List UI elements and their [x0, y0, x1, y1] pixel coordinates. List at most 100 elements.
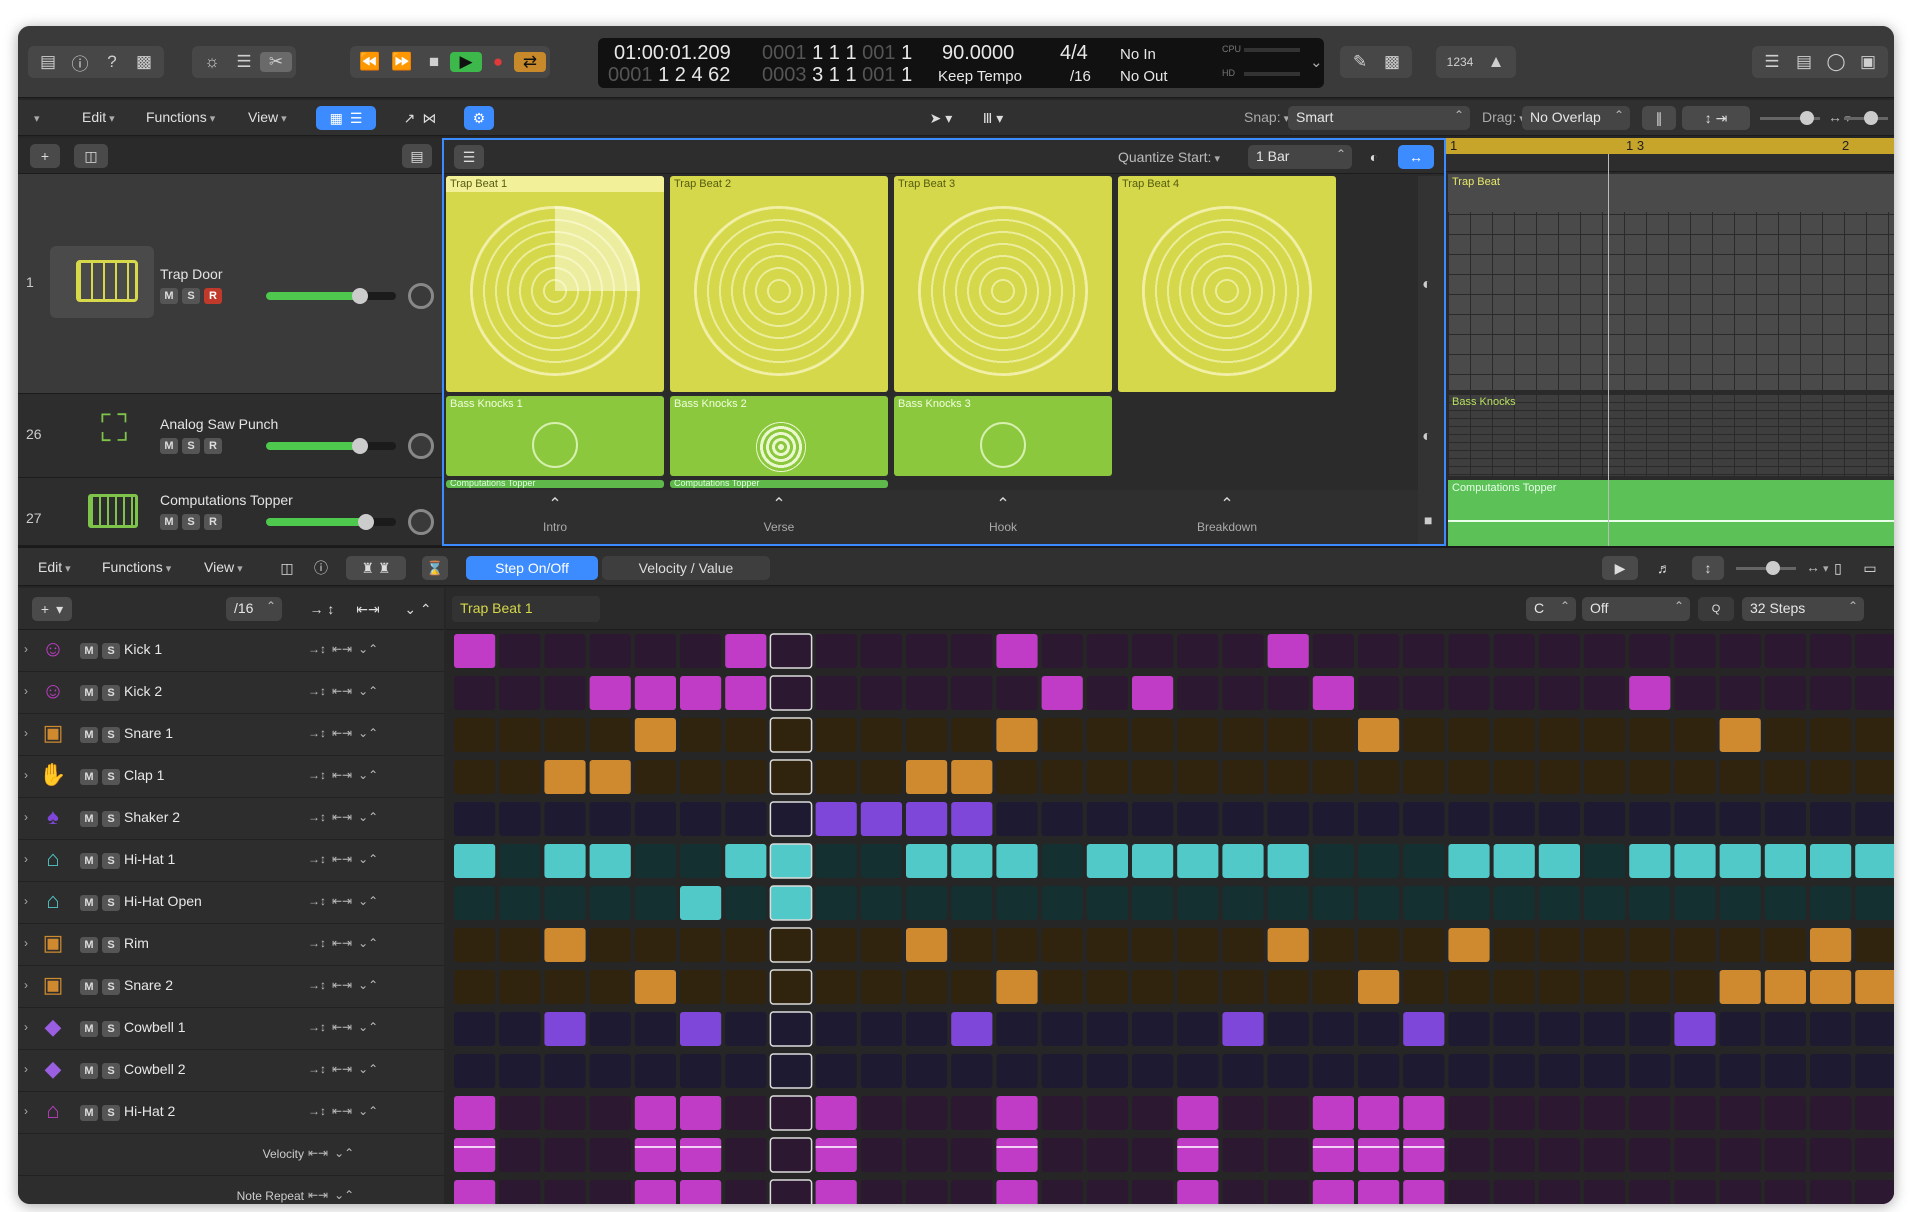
record-icon[interactable]: ●: [482, 52, 514, 72]
step-10-31[interactable]: [1810, 1012, 1852, 1046]
step-6-2[interactable]: [499, 844, 541, 878]
step-1-26[interactable]: [1584, 634, 1626, 668]
step-3-30[interactable]: [1764, 718, 1806, 752]
play-icon[interactable]: ▶: [450, 52, 482, 72]
sub-row-header-2[interactable]: Note Repeat ⇤⇥ ⌄⌃: [18, 1176, 444, 1204]
step-6-30[interactable]: [1764, 844, 1806, 878]
step-1-20[interactable]: [1312, 634, 1354, 668]
step-6-1[interactable]: [454, 844, 496, 878]
row-increment-icon[interactable]: →↕: [308, 1020, 326, 1034]
step-1-28[interactable]: [1674, 634, 1716, 668]
step-2-15[interactable]: [1086, 676, 1128, 710]
step-12-32[interactable]: [1855, 1096, 1894, 1130]
step-9-4[interactable]: [589, 970, 631, 1004]
copy-icon[interactable]: ◫: [274, 556, 300, 580]
step-1-8[interactable]: [769, 633, 813, 669]
step-4-2[interactable]: [499, 760, 541, 794]
cycle-ruler[interactable]: [1446, 138, 1894, 154]
step-1-23[interactable]: [1448, 634, 1490, 668]
step-12-28[interactable]: [1674, 1096, 1716, 1130]
row-increment-icon[interactable]: →↕: [308, 768, 326, 782]
step-10-9[interactable]: [815, 1012, 857, 1046]
sub-step-14-9[interactable]: [815, 1180, 857, 1204]
step-3-13[interactable]: [996, 718, 1038, 752]
step-11-27[interactable]: [1629, 1054, 1671, 1088]
cell-computations-topper-2[interactable]: Computations Topper: [670, 480, 888, 488]
step-5-18[interactable]: [1222, 802, 1264, 836]
step-6-17[interactable]: [1177, 844, 1219, 878]
step-4-19[interactable]: [1267, 760, 1309, 794]
step-7-15[interactable]: [1086, 886, 1128, 920]
row-expand-icon[interactable]: ⌄⌃: [358, 852, 378, 866]
step-3-23[interactable]: [1448, 718, 1490, 752]
step-10-10[interactable]: [860, 1012, 902, 1046]
step-8-1[interactable]: [454, 928, 496, 962]
sub-step-13-28[interactable]: [1674, 1138, 1716, 1172]
step-3-22[interactable]: [1403, 718, 1445, 752]
step-2-10[interactable]: [860, 676, 902, 710]
step-10-26[interactable]: [1584, 1012, 1626, 1046]
step-7-17[interactable]: [1177, 886, 1219, 920]
step-5-23[interactable]: [1448, 802, 1490, 836]
step-6-6[interactable]: [680, 844, 722, 878]
row-expand-icon[interactable]: ⌄⌃: [358, 1062, 378, 1076]
step-3-21[interactable]: [1358, 718, 1400, 752]
row-expand-icon[interactable]: ⌄⌃: [358, 978, 378, 992]
step-6-10[interactable]: [860, 844, 902, 878]
step-5-15[interactable]: [1086, 802, 1128, 836]
step-1-1[interactable]: [454, 634, 496, 668]
sub-step-14-28[interactable]: [1674, 1180, 1716, 1204]
row-header-8[interactable]: › ▣ M S Rim →↕ ⇤⇥ ⌄⌃: [18, 924, 444, 966]
step-2-29[interactable]: [1719, 676, 1761, 710]
track-name[interactable]: Computations Topper: [160, 492, 293, 508]
step-6-14[interactable]: [1041, 844, 1083, 878]
seq-view-menu[interactable]: View: [204, 559, 243, 575]
step-2-12[interactable]: [951, 676, 993, 710]
step-9-7[interactable]: [725, 970, 767, 1004]
row-header-1[interactable]: › ☺ M S Kick 1 →↕ ⇤⇥ ⌄⌃: [18, 630, 444, 672]
step-8-25[interactable]: [1538, 928, 1580, 962]
cell-trap-beat-2[interactable]: Trap Beat 2: [670, 176, 888, 392]
row-zoom-slider[interactable]: [1736, 561, 1796, 575]
step-8-13[interactable]: [996, 928, 1038, 962]
scene-hook[interactable]: ⌃ Hook: [894, 490, 1112, 544]
step-9-28[interactable]: [1674, 970, 1716, 1004]
sub-row-loop-icon[interactable]: ⇤⇥: [308, 1146, 328, 1160]
step-12-29[interactable]: [1719, 1096, 1761, 1130]
note-pad-icon[interactable]: ▤: [1788, 52, 1820, 72]
scene-breakdown[interactable]: ⌃ Breakdown: [1118, 490, 1336, 544]
step-3-8[interactable]: [769, 717, 813, 753]
step-10-32[interactable]: [1855, 1012, 1894, 1046]
row-header-10[interactable]: › ◆ M S Cowbell 1 →↕ ⇤⇥ ⌄⌃: [18, 1008, 444, 1050]
step-2-19[interactable]: [1267, 676, 1309, 710]
step-11-6[interactable]: [680, 1054, 722, 1088]
row-name[interactable]: Cowbell 2: [124, 1061, 185, 1077]
step-1-18[interactable]: [1222, 634, 1264, 668]
sub-step-14-10[interactable]: [860, 1180, 902, 1204]
step-6-11[interactable]: [906, 844, 948, 878]
solo-button[interactable]: S: [182, 288, 200, 304]
scene-verse[interactable]: ⌃ Verse: [670, 490, 888, 544]
step-7-3[interactable]: [544, 886, 586, 920]
step-4-4[interactable]: [589, 760, 631, 794]
step-10-23[interactable]: [1448, 1012, 1490, 1046]
step-9-5[interactable]: [634, 970, 676, 1004]
row-mute-button[interactable]: M: [80, 979, 98, 995]
step-1-3[interactable]: [544, 634, 586, 668]
step-8-20[interactable]: [1312, 928, 1354, 962]
step-8-32[interactable]: [1855, 928, 1894, 962]
step-3-20[interactable]: [1312, 718, 1354, 752]
row-expand-icon[interactable]: ⌄⌃: [358, 684, 378, 698]
row-mute-button[interactable]: M: [80, 853, 98, 869]
step-9-13[interactable]: [996, 970, 1038, 1004]
step-2-13[interactable]: [996, 676, 1038, 710]
sub-step-14-23[interactable]: [1448, 1180, 1490, 1204]
step-7-18[interactable]: [1222, 886, 1264, 920]
row-loop-icon[interactable]: ⇤⇥: [332, 1062, 352, 1076]
drag-select[interactable]: No Overlap: [1522, 106, 1630, 130]
step-10-21[interactable]: [1358, 1012, 1400, 1046]
row-header-11[interactable]: › ◆ M S Cowbell 2 →↕ ⇤⇥ ⌄⌃: [18, 1050, 444, 1092]
row-name[interactable]: Rim: [124, 935, 149, 951]
step-11-20[interactable]: [1312, 1054, 1354, 1088]
sub-step-13-30[interactable]: [1764, 1138, 1806, 1172]
